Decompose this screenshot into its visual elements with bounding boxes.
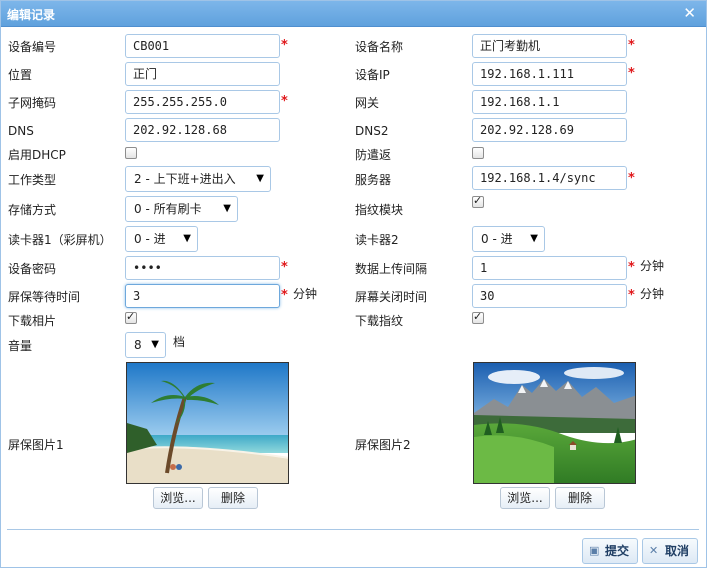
storage-value: 0 - 所有刷卡	[134, 202, 202, 216]
screen-off-input[interactable]: 30	[472, 284, 627, 308]
download-photo-checkbox[interactable]	[125, 310, 137, 324]
label-screensaver-pic2: 屏保图片2	[355, 438, 411, 452]
reader1-value: 0 - 进	[134, 232, 166, 246]
submit-button[interactable]: ▣ 提交	[582, 538, 638, 564]
label-location: 位置	[8, 68, 33, 82]
volume-select[interactable]: 8 ▼	[125, 332, 166, 358]
save-icon: ▣	[589, 544, 600, 557]
dropdown-arrow-icon: ▼	[256, 173, 264, 184]
delete-button-2[interactable]: 删除	[555, 487, 605, 509]
delete-button-1[interactable]: 删除	[208, 487, 258, 509]
dns-input[interactable]: 202.92.128.68	[125, 118, 280, 142]
device-password-input[interactable]: ••••	[125, 256, 280, 280]
cancel-icon: ✕	[649, 544, 659, 557]
required-marker: *	[628, 260, 635, 275]
label-reader2: 读卡器2	[355, 233, 399, 247]
label-screen-off: 屏幕关闭时间	[355, 290, 428, 304]
label-storage: 存储方式	[8, 203, 57, 217]
fingerprint-module-checkbox[interactable]	[472, 194, 484, 208]
label-device-no: 设备编号	[8, 40, 57, 54]
label-download-photo: 下载相片	[8, 314, 57, 328]
label-screensaver-wait: 屏保等待时间	[8, 290, 81, 304]
submit-label: 提交	[605, 544, 630, 558]
label-reader1: 读卡器1（彩屏机）	[8, 233, 112, 247]
volume-value: 8	[134, 338, 142, 352]
label-device-password: 设备密码	[8, 262, 57, 276]
edit-record-dialog: 编辑记录 ✕ 设备编号 CB001 * 设备名称 正门考勤机 * 位置 正门 设…	[0, 0, 707, 568]
label-fingerprint-module: 指纹模块	[355, 203, 404, 217]
cancel-button[interactable]: ✕ 取消	[642, 538, 698, 564]
antipassback-checkbox[interactable]	[472, 147, 484, 159]
dropdown-arrow-icon: ▼	[183, 233, 191, 244]
footer-divider	[7, 529, 699, 530]
reader2-value: 0 - 进	[481, 232, 513, 246]
label-dhcp: 启用DHCP	[8, 148, 66, 162]
reader1-select[interactable]: 0 - 进 ▼	[125, 226, 198, 252]
required-marker: *	[281, 38, 288, 53]
dialog-titlebar: 编辑记录 ✕	[1, 1, 706, 27]
label-dns2: DNS2	[355, 124, 389, 138]
browse-button-1[interactable]: 浏览...	[153, 487, 203, 509]
server-input[interactable]: 192.168.1.4/sync	[472, 166, 627, 190]
reader2-select[interactable]: 0 - 进 ▼	[472, 226, 545, 252]
dropdown-arrow-icon: ▼	[530, 233, 538, 244]
label-volume: 音量	[8, 339, 33, 353]
required-marker: *	[281, 288, 288, 303]
label-work-type: 工作类型	[8, 173, 57, 187]
label-screensaver-pic1: 屏保图片1	[8, 438, 64, 452]
upload-interval-input[interactable]: 1	[472, 256, 627, 280]
unit-level: 档	[173, 335, 186, 349]
screensaver-image-2	[473, 362, 636, 484]
required-marker: *	[281, 260, 288, 275]
required-marker: *	[628, 38, 635, 53]
device-no-input[interactable]: CB001	[125, 34, 280, 58]
unit-minutes: 分钟	[640, 259, 665, 273]
label-antipassback: 防遣返	[355, 148, 392, 162]
download-fingerprint-checkbox[interactable]	[472, 310, 484, 324]
storage-select[interactable]: 0 - 所有刷卡 ▼	[125, 196, 238, 222]
required-marker: *	[628, 171, 635, 186]
label-upload-interval: 数据上传间隔	[355, 262, 428, 276]
dhcp-checkbox[interactable]	[125, 147, 137, 159]
screensaver-wait-input[interactable]: 3	[125, 284, 280, 308]
unit-minutes: 分钟	[640, 287, 665, 301]
label-dns: DNS	[8, 124, 34, 138]
browse-button-2[interactable]: 浏览...	[500, 487, 550, 509]
unit-minutes: 分钟	[293, 287, 318, 301]
dropdown-arrow-icon: ▼	[223, 203, 231, 214]
label-server: 服务器	[355, 173, 392, 187]
cancel-label: 取消	[665, 544, 690, 558]
location-input[interactable]: 正门	[125, 62, 280, 86]
work-type-value: 2 - 上下班+进出入	[134, 172, 236, 186]
label-subnet: 子网掩码	[8, 96, 57, 110]
label-download-fingerprint: 下载指纹	[355, 314, 404, 328]
subnet-input[interactable]: 255.255.255.0	[125, 90, 280, 114]
required-marker: *	[628, 66, 635, 81]
required-marker: *	[628, 288, 635, 303]
label-device-ip: 设备IP	[355, 68, 390, 82]
screensaver-image-1	[126, 362, 289, 484]
label-gateway: 网关	[355, 96, 380, 110]
work-type-select[interactable]: 2 - 上下班+进出入 ▼	[125, 166, 271, 192]
dns2-input[interactable]: 202.92.128.69	[472, 118, 627, 142]
gateway-input[interactable]: 192.168.1.1	[472, 90, 627, 114]
close-icon[interactable]: ✕	[683, 4, 696, 22]
dialog-title: 编辑记录	[7, 8, 56, 22]
required-marker: *	[281, 94, 288, 109]
dropdown-arrow-icon: ▼	[151, 339, 159, 350]
device-ip-input[interactable]: 192.168.1.111	[472, 62, 627, 86]
device-name-input[interactable]: 正门考勤机	[472, 34, 627, 58]
label-device-name: 设备名称	[355, 40, 404, 54]
